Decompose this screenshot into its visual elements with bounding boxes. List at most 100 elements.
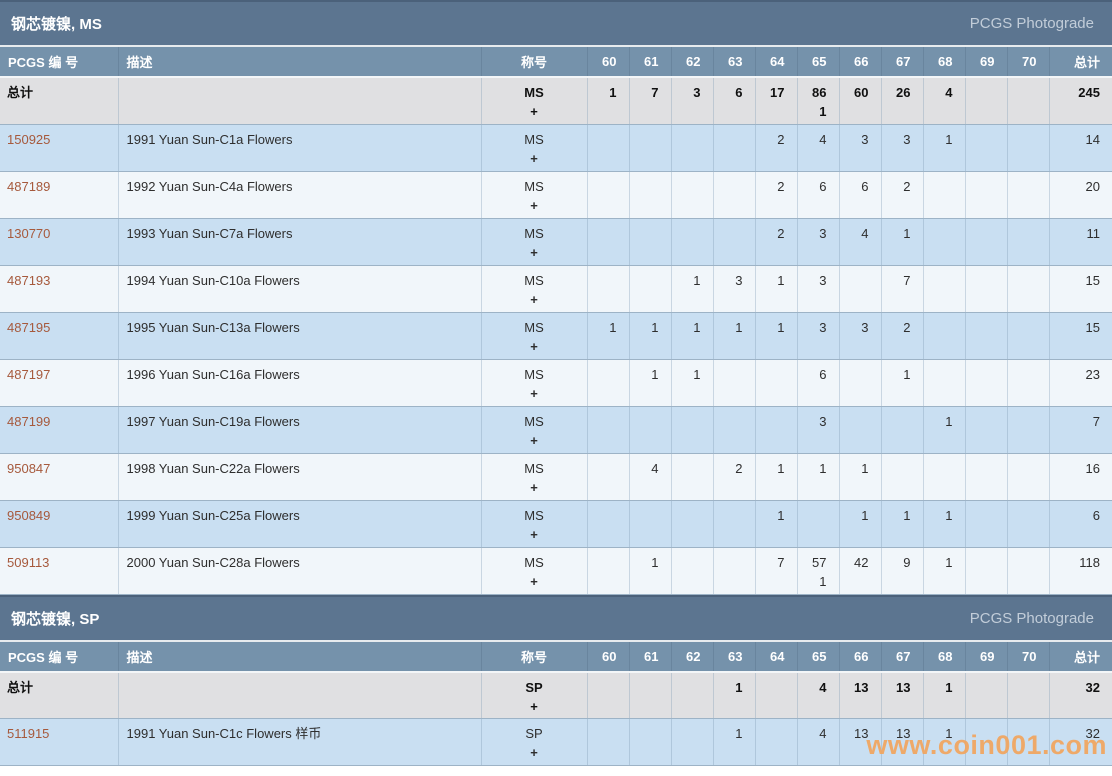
cell-line-2 (966, 384, 995, 403)
cell-line-1 (1008, 177, 1037, 196)
designation-cell: MS+ (481, 77, 587, 124)
col-header-grade-66: 66 (839, 47, 881, 77)
total-count-cell: 15 (1049, 312, 1112, 359)
cell-line-1: 57 (798, 553, 827, 572)
cell-line-2 (756, 572, 785, 591)
cell-line-2 (882, 525, 911, 544)
cell-line-2: + (482, 196, 587, 215)
cell-line-1 (672, 506, 701, 525)
cell-line-1 (1008, 412, 1037, 431)
cell-line-2 (966, 337, 995, 356)
pcgs-number-link[interactable]: 487197 (7, 367, 50, 382)
cell-line-1 (924, 177, 953, 196)
cell-line-1: MS (482, 318, 587, 337)
cell-line-1: 3 (798, 271, 827, 290)
grade-count-cell: 1 (755, 500, 797, 547)
grade-count-cell (923, 265, 965, 312)
cell-line-2 (966, 697, 995, 716)
pcgs-number-link[interactable]: 950849 (7, 508, 50, 523)
pcgs-number-link[interactable]: 487199 (7, 414, 50, 429)
cell-line-2 (1050, 525, 1101, 544)
pcgs-number-link[interactable]: 150925 (7, 132, 50, 147)
cell-line-1: 1 (588, 83, 617, 102)
cell-line-1 (588, 177, 617, 196)
cell-line-2 (672, 743, 701, 762)
totals-label-cell: 总计 (0, 672, 118, 719)
cell-line-1: 总计 (7, 83, 118, 102)
grade-count-cell (1007, 672, 1049, 719)
cell-line-1 (630, 724, 659, 743)
col-header-pcgs-number: PCGS 编 号 (0, 47, 118, 77)
grade-count-cell (587, 359, 629, 406)
cell-line-1 (966, 365, 995, 384)
cell-line-2 (127, 572, 481, 591)
cell-line-2 (924, 431, 953, 450)
pcgs-number-link[interactable]: 487195 (7, 320, 50, 335)
col-header-grade-62: 62 (671, 47, 713, 77)
cell-line-2 (588, 384, 617, 403)
cell-line-2 (882, 384, 911, 403)
cell-line-1: 6 (1050, 506, 1101, 525)
cell-line-1: 6 (798, 177, 827, 196)
grade-count-cell (923, 359, 965, 406)
cell-line-2 (714, 572, 743, 591)
cell-line-2 (588, 337, 617, 356)
grade-count-cell (587, 124, 629, 171)
cell-line-2: + (482, 243, 587, 262)
pcgs-number-link[interactable]: 509113 (7, 555, 49, 570)
cell-line-1 (588, 553, 617, 572)
cell-line-2 (1008, 525, 1037, 544)
cell-line-2 (672, 196, 701, 215)
pcgs-number-link[interactable]: 950847 (7, 461, 50, 476)
cell-line-1 (756, 365, 785, 384)
grade-count-cell (965, 218, 1007, 265)
pcgs-number-link[interactable]: 130770 (7, 226, 50, 241)
cell-line-1 (630, 224, 659, 243)
cell-line-2 (1050, 149, 1101, 168)
cell-line-1 (672, 459, 701, 478)
photograde-label: PCGS Photograde (970, 610, 1094, 627)
cell-line-2 (7, 478, 118, 497)
col-header-designation: 称号 (481, 642, 587, 672)
cell-line-1: 1 (882, 224, 911, 243)
cell-line-2 (966, 743, 995, 762)
cell-line-1: 1 (756, 459, 785, 478)
coin-description-cell: 2000 Yuan Sun-C28a Flowers (118, 547, 481, 594)
pcgs-number-link[interactable]: 511915 (7, 726, 49, 741)
col-header-grade-67: 67 (881, 47, 923, 77)
cell-line-1 (966, 506, 995, 525)
col-header-grade-61: 61 (629, 642, 671, 672)
cell-line-1: MS (482, 459, 587, 478)
table-row: 9508491999 Yuan Sun-C25a FlowersMS+11116 (0, 500, 1112, 547)
cell-line-2 (924, 743, 953, 762)
pcgs-number-link[interactable]: 487189 (7, 179, 50, 194)
grade-count-cell (629, 406, 671, 453)
coin-description-cell: 1996 Yuan Sun-C16a Flowers (118, 359, 481, 406)
grade-count-cell (587, 265, 629, 312)
cell-line-2 (672, 431, 701, 450)
grade-count-cell (587, 500, 629, 547)
cell-line-1: 23 (1050, 365, 1101, 384)
cell-line-2 (1050, 196, 1101, 215)
grade-count-cell: 6 (839, 171, 881, 218)
cell-line-2 (588, 478, 617, 497)
cell-line-1 (630, 412, 659, 431)
grade-count-cell: 1 (755, 453, 797, 500)
col-header-grade-67: 67 (881, 642, 923, 672)
grade-count-cell: 2 (881, 312, 923, 359)
table-row: 1509251991 Yuan Sun-C1a FlowersMS+243311… (0, 124, 1112, 171)
table-row: 4871951995 Yuan Sun-C13a FlowersMS+11111… (0, 312, 1112, 359)
cell-line-1: 1 (630, 365, 659, 384)
cell-line-1: 1 (714, 724, 743, 743)
cell-line-1 (630, 678, 659, 697)
cell-line-1 (1008, 224, 1037, 243)
cell-line-1: 60 (840, 83, 869, 102)
cell-line-1: 118 (1050, 553, 1101, 572)
pcgs-number-link[interactable]: 487193 (7, 273, 50, 288)
cell-line-2 (1050, 337, 1101, 356)
pcgs-number-cell: 150925 (0, 124, 118, 171)
cell-line-1 (1008, 506, 1037, 525)
cell-line-2 (756, 243, 785, 262)
grade-count-cell (1007, 406, 1049, 453)
total-count-cell: 245 (1049, 77, 1112, 124)
